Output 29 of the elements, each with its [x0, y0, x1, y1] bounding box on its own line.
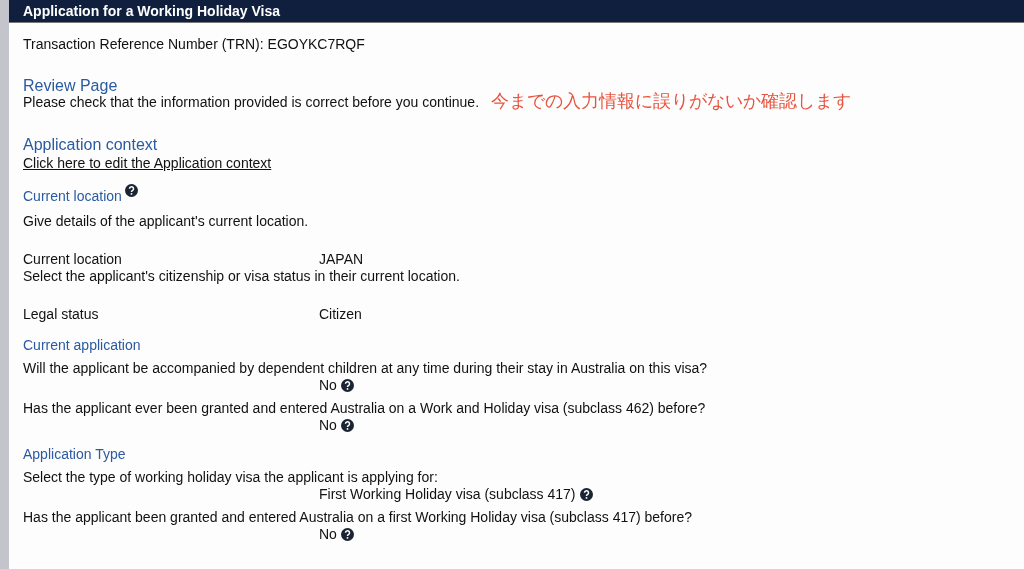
help-icon[interactable] — [124, 184, 138, 197]
window-title: Application for a Working Holiday Visa — [23, 3, 280, 19]
body-text: Transaction Reference Number (TRN): EGOYKC7RQF — [23, 36, 365, 53]
body-text: Give details of the applicant's current location. — [23, 213, 309, 230]
section-heading: Current application — [23, 337, 141, 354]
answer-text: First Working Holiday visa (subclass 417) — [319, 486, 576, 503]
body-text: Please check that the information provided is correct before you continue. — [23, 94, 480, 111]
question-text: Has the applicant ever been granted and entered Australia on a Work and Holiday visa (subclass 462) before? — [23, 400, 706, 416]
question-text: Will the applicant be accompanied by dependent children at any time during their stay in Australia on this visa? — [23, 360, 708, 376]
field-label: Legal status — [23, 306, 100, 323]
answer-text: No — [319, 417, 337, 434]
help-icon[interactable] — [340, 379, 354, 392]
section-heading: Review Page — [23, 77, 118, 94]
help-icon[interactable] — [340, 528, 354, 541]
help-icon[interactable] — [340, 419, 354, 432]
question-text: Has the applicant been granted and entered Australia on a first Working Holiday visa (subclass 417) before? — [23, 509, 693, 525]
field-value: Citizen — [319, 306, 362, 323]
field-label: Current location — [23, 251, 123, 268]
help-icon[interactable] — [579, 488, 593, 501]
body-text: Select the applicant's citizenship or visa status in their current location. — [23, 268, 460, 285]
answer-text: No — [319, 377, 337, 394]
question-text: Select the type of working holiday visa the applicant is applying for: — [23, 469, 438, 485]
answer-text: No — [319, 526, 337, 543]
section-heading: Application context — [23, 136, 158, 153]
field-value: JAPAN — [319, 251, 364, 268]
edit-context-link[interactable]: Click here to edit the Application context — [23, 155, 272, 171]
section-heading: Current location — [23, 188, 122, 205]
annotation-text: 今までの入力情報に誤りがないか確認します — [491, 90, 852, 112]
section-heading: Application Type — [23, 446, 126, 463]
